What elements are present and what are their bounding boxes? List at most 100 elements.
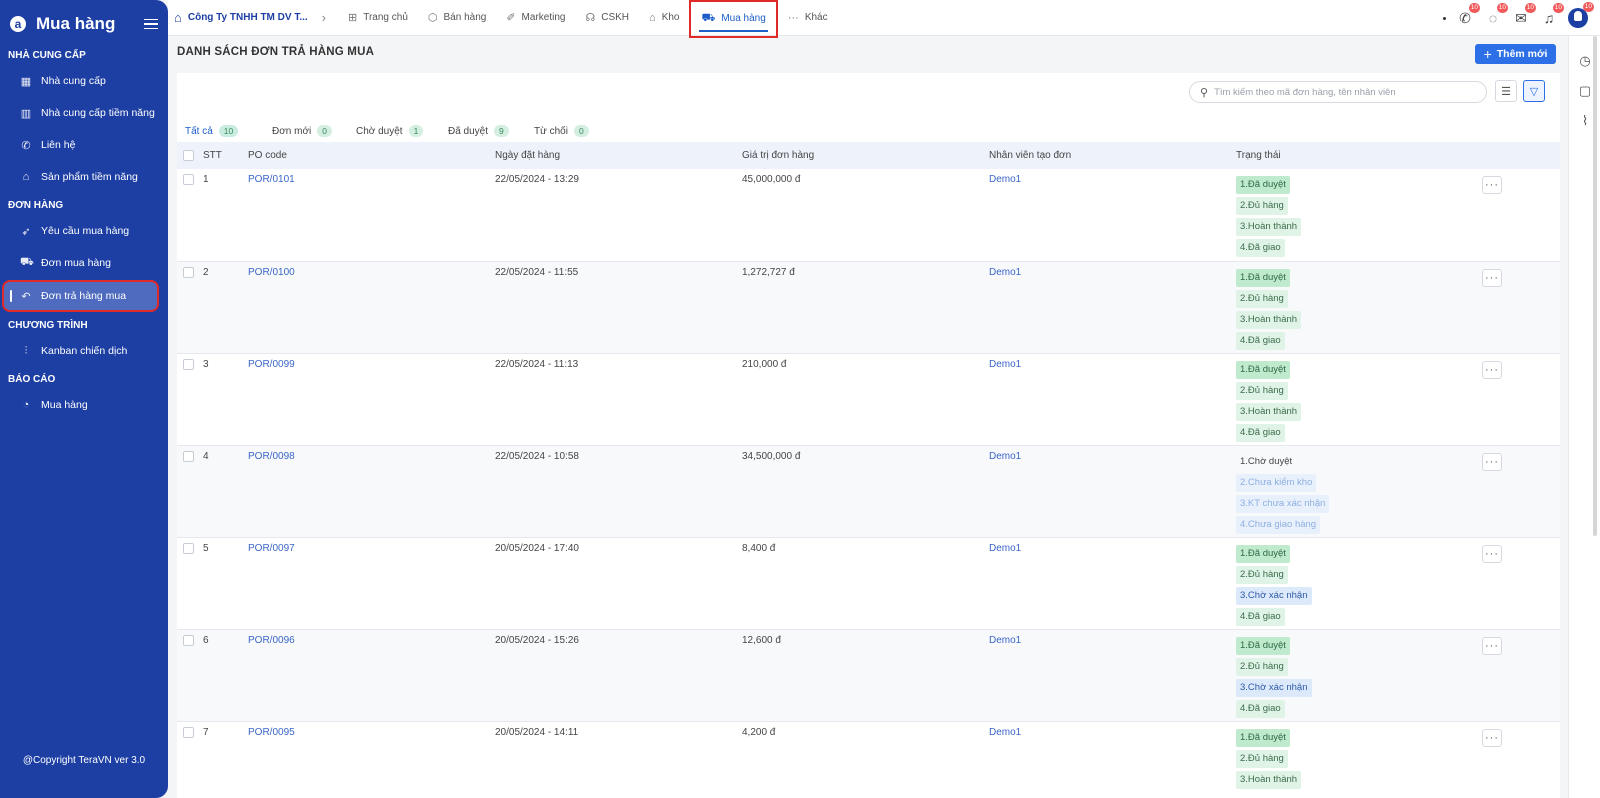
avatar-badge: 10 [1582, 2, 1594, 12]
status-tag: 2.Đủ hàng [1236, 289, 1288, 308]
row-checkbox[interactable] [183, 266, 194, 278]
status-tag: 4.Đã giao [1236, 607, 1285, 626]
tab-3[interactable]: Đã duyệt 9 [448, 117, 509, 145]
sidebar-item-kanban-chiến-dịch[interactable]: ⫶ Kanban chiến dịch [0, 336, 168, 366]
nav-tab-label: Khác [804, 12, 828, 23]
nav-tab-0[interactable]: ⊞ Trang chủ [338, 3, 418, 33]
avatar[interactable]: 10 [1568, 2, 1594, 28]
nav-tab-3[interactable]: ☊ CSKH [575, 3, 639, 33]
nav-tab-label: Mua hàng [721, 13, 766, 24]
tab-count-badge: 9 [494, 125, 509, 137]
staff-link[interactable]: Demo1 [989, 543, 1021, 554]
warehouse-icon: ⌂ [649, 11, 656, 24]
select-all-checkbox[interactable] [183, 149, 194, 161]
chat-badge: 10 [1496, 3, 1508, 13]
sidebar-item-nhà-cung-cấp[interactable]: ▦ Nhà cung cấp [0, 66, 168, 96]
sidebar-item-nhà-cung-cấp-tiềm-năng[interactable]: ▥ Nhà cung cấp tiềm năng [0, 98, 168, 128]
status-tag: 2.Chưa kiểm kho [1236, 473, 1317, 492]
cell-staff: Demo1 [989, 169, 1236, 261]
staff-link[interactable]: Demo1 [989, 727, 1021, 738]
staff-link[interactable]: Demo1 [989, 451, 1021, 462]
row-select-cell [177, 169, 203, 261]
table-header-row: STT PO code Ngày đặt hàng Giá trị đơn hà… [177, 142, 1560, 169]
search-box[interactable]: ⚲ [1189, 81, 1487, 103]
cell-stt: 2 [203, 266, 209, 278]
status-tag: 3.Chờ xác nhận [1236, 678, 1312, 697]
company-switcher[interactable]: ⌂ Công Ty TNHH TM DV T... [174, 10, 308, 25]
menu-collapse-icon[interactable] [144, 18, 158, 30]
po-code-link[interactable]: POR/0098 [248, 451, 295, 462]
po-code-link[interactable]: POR/0100 [248, 267, 295, 278]
box-icon: ⬡ [427, 12, 438, 24]
po-code-link[interactable]: POR/0097 [248, 543, 295, 554]
nav-tab-1[interactable]: ⬡ Bán hàng [418, 3, 496, 33]
row-checkbox[interactable] [183, 634, 194, 646]
row-checkbox[interactable] [183, 358, 194, 370]
chat-icon[interactable]: ◌ 10 [1484, 3, 1508, 27]
sidebar-item-đơn-mua-hàng[interactable]: ⛟ Đơn mua hàng [0, 248, 168, 278]
phone-icon[interactable]: ✆ 10 [1456, 3, 1480, 27]
po-code-link[interactable]: POR/0096 [248, 635, 295, 646]
page-title: DANH SÁCH ĐƠN TRẢ HÀNG MUA [177, 46, 375, 58]
building-icon: ▦ [20, 75, 32, 88]
cell-po-code: POR/0095 [248, 721, 495, 798]
row-checkbox[interactable] [183, 542, 194, 554]
staff-link[interactable]: Demo1 [989, 635, 1021, 646]
row-more-button[interactable]: ··· [1482, 360, 1502, 379]
staff-link[interactable]: Demo1 [989, 359, 1021, 370]
cell-actions: ··· [1482, 353, 1560, 445]
bell-badge: 10 [1552, 3, 1564, 13]
row-more-button[interactable]: ··· [1482, 636, 1502, 655]
cell-order-value: 4,200 đ [742, 726, 776, 738]
sidebar-item-đơn-trả-hàng-mua[interactable]: ↶ Đơn trả hàng mua [2, 280, 159, 312]
row-more-button[interactable]: ··· [1482, 544, 1502, 563]
nav-tab-2[interactable]: ✐ Marketing [496, 3, 575, 33]
po-code-link[interactable]: POR/0101 [248, 174, 295, 185]
po-code-link[interactable]: POR/0095 [248, 727, 295, 738]
add-new-label: Thêm mới [1496, 48, 1548, 60]
add-new-button[interactable]: + Thêm mới [1475, 44, 1556, 64]
sidebar-item-liên-hệ[interactable]: ✆ Liên hệ [0, 130, 168, 160]
header-order-date: Ngày đặt hàng [495, 150, 561, 161]
tab-label: Tất cả [185, 125, 213, 137]
store-icon: ⌂ [174, 10, 182, 25]
cart-icon: ⛟ [701, 11, 716, 24]
nav-tab-4[interactable]: ⌂ Kho [639, 3, 689, 33]
tab-4[interactable]: Từ chối 0 [534, 117, 589, 145]
cell-order-date: 20/05/2024 - 14:11 [495, 726, 579, 738]
bell-icon[interactable]: ♫ 10 [1540, 3, 1564, 27]
row-checkbox[interactable] [183, 174, 194, 185]
po-code-link[interactable]: POR/0099 [248, 359, 295, 370]
cell-order-value: 8,400 đ [742, 542, 776, 554]
staff-link[interactable]: Demo1 [989, 174, 1021, 185]
row-more-button[interactable]: ··· [1482, 452, 1502, 471]
sidebar-item-mua-hàng[interactable]: ◔ Mua hàng [0, 390, 168, 420]
tab-0[interactable]: Tất cả 10 [185, 117, 239, 146]
row-more-button[interactable]: ··· [1482, 176, 1502, 194]
row-checkbox[interactable] [183, 726, 194, 738]
sidebar-item-label: Mua hàng [41, 399, 88, 411]
sidebar-item-label: Sản phẩm tiềm năng [41, 171, 138, 183]
sidebar-item-label: Đơn trả hàng mua [41, 290, 127, 302]
row-more-button[interactable]: ··· [1482, 268, 1502, 287]
kanban-icon: ⫶ [24, 344, 28, 357]
tab-1[interactable]: Đơn mới 0 [272, 117, 332, 145]
filter-icon[interactable]: ▽ [1523, 80, 1545, 102]
cell-status: 1.Đã duyệt 2.Đủ hàng 3.Chờ xác nhận 4.Đã gi… [1236, 629, 1482, 721]
nav-tab-5[interactable]: ⛟ Mua hàng [689, 0, 778, 38]
status-tag: 2.Đủ hàng [1236, 657, 1288, 676]
staff-link[interactable]: Demo1 [989, 267, 1021, 278]
sidebar-item-yêu-cầu-mua-hàng[interactable]: ➶ Yêu cầu mua hàng [0, 216, 168, 246]
scrollbar[interactable] [1593, 36, 1597, 536]
tab-2[interactable]: Chờ duyệt 1 [356, 117, 424, 145]
app-logo[interactable]: a [10, 16, 26, 32]
mail-icon[interactable]: ✉ 10 [1512, 3, 1536, 27]
header-staff: Nhân viên tạo đơn [989, 150, 1072, 161]
column-settings-icon[interactable]: ☰ [1495, 80, 1517, 102]
row-checkbox[interactable] [183, 450, 194, 462]
nav-tab-6[interactable]: ··· Khác [778, 3, 838, 33]
search-input[interactable] [1214, 86, 1475, 98]
row-more-button[interactable]: ··· [1482, 728, 1502, 747]
sidebar-item-sản-phẩm-tiềm-năng[interactable]: ⌂ Sản phẩm tiềm năng [0, 162, 168, 192]
status-tag: 1.Đã duyệt [1236, 176, 1290, 194]
